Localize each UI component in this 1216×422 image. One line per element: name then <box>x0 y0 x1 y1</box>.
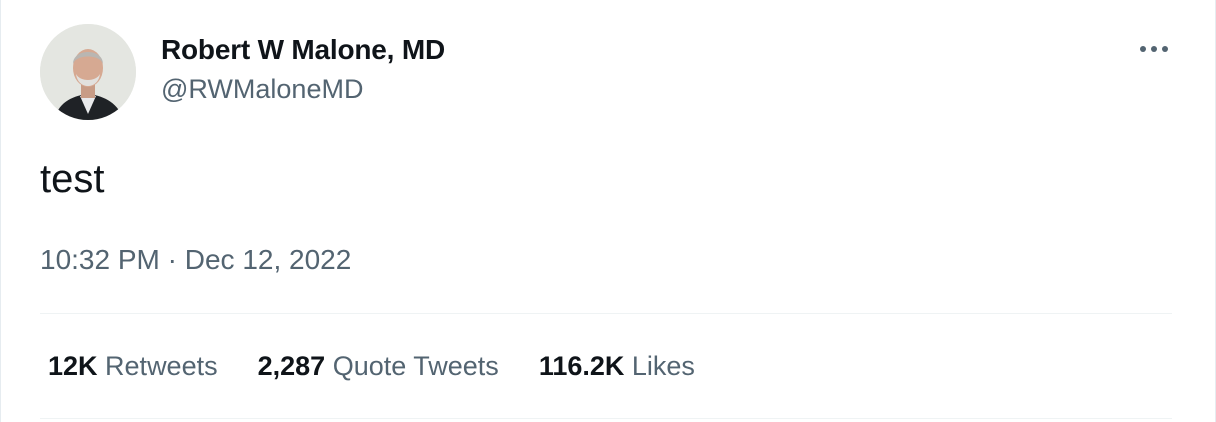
tweet-card: Robert W Malone, MD @RWMaloneMD test 10:… <box>0 0 1216 422</box>
likes-stat[interactable]: 116.2K Likes <box>539 351 695 382</box>
tweet-text: test <box>40 157 105 201</box>
author-handle[interactable]: @RWMaloneMD <box>161 74 363 105</box>
quote-tweets-count: 2,287 <box>257 351 326 381</box>
quote-tweets-label: Quote Tweets <box>332 351 499 381</box>
tweet-time[interactable]: 10:32 PM <box>40 244 160 275</box>
retweets-stat[interactable]: 12K Retweets <box>48 351 218 382</box>
more-horizontal-icon <box>1140 46 1168 52</box>
more-options-button[interactable] <box>1131 34 1177 64</box>
divider <box>40 313 1172 314</box>
divider <box>40 418 1172 419</box>
retweets-count: 12K <box>48 351 98 381</box>
engagement-stats: 12K Retweets 2,287 Quote Tweets 116.2K L… <box>48 351 695 382</box>
author-display-name[interactable]: Robert W Malone, MD <box>161 34 445 66</box>
profile-photo-icon <box>40 24 136 120</box>
tweet-date[interactable]: Dec 12, 2022 <box>185 244 352 275</box>
retweets-label: Retweets <box>105 351 218 381</box>
likes-label: Likes <box>631 351 695 381</box>
timestamp-separator: · <box>159 244 185 275</box>
avatar[interactable] <box>40 24 136 120</box>
quote-tweets-stat[interactable]: 2,287 Quote Tweets <box>258 351 499 382</box>
tweet-timestamp: 10:32 PM · Dec 12, 2022 <box>40 244 351 276</box>
likes-count: 116.2K <box>538 351 625 381</box>
